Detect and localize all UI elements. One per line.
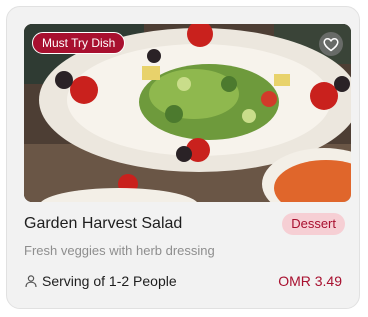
dish-price: OMR 3.49 <box>278 273 342 289</box>
dish-photo: Must Try Dish <box>24 24 351 202</box>
must-try-badge: Must Try Dish <box>32 32 126 54</box>
person-icon <box>25 275 37 288</box>
dish-title: Garden Harvest Salad <box>24 215 183 232</box>
dish-card[interactable]: Must Try Dish Garden Harvest Salad Desse… <box>6 6 360 309</box>
favorite-button[interactable] <box>319 32 343 56</box>
serving-info: Serving of 1-2 People <box>24 273 177 289</box>
heart-icon <box>323 37 339 51</box>
serving-label: Serving of 1-2 People <box>42 273 177 289</box>
dish-description: Fresh veggies with herb dressing <box>24 243 215 258</box>
category-badge: Dessert <box>282 213 345 235</box>
